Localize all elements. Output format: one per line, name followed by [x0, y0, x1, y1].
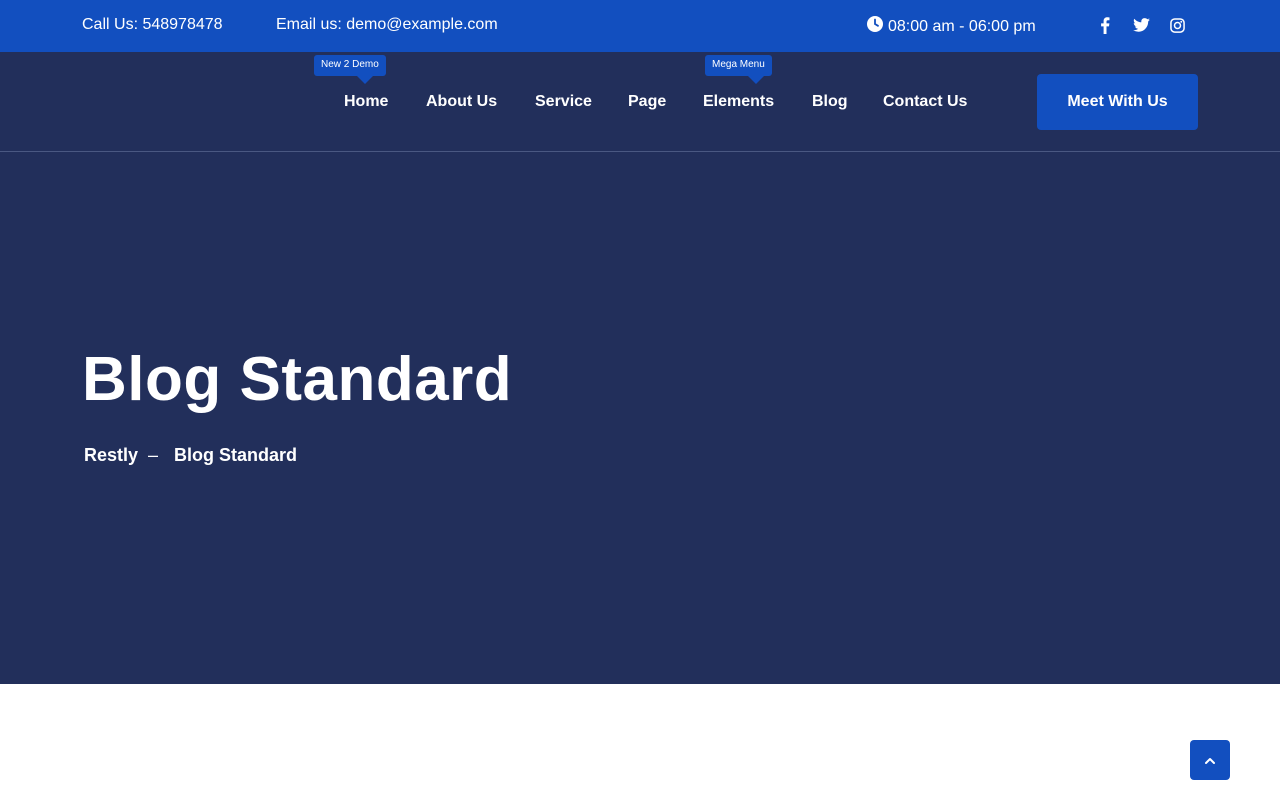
nav-item-service[interactable]: Service	[535, 93, 592, 111]
top-bar: Call Us: 548978478 Email us: demo@exampl…	[0, 0, 1280, 52]
nav-item-blog[interactable]: Blog	[812, 93, 848, 111]
social-links	[1096, 16, 1186, 34]
instagram-icon[interactable]	[1168, 16, 1186, 34]
nav-item-page[interactable]: Page	[628, 93, 666, 111]
page-title: Blog Standard	[82, 345, 513, 414]
breadcrumb-home-link[interactable]: Restly	[84, 445, 138, 466]
hours-text: 08:00 am - 06:00 pm	[888, 17, 1036, 35]
new-demo-badge: New 2 Demo	[314, 55, 386, 84]
meet-with-us-button[interactable]: Meet With Us	[1037, 74, 1198, 130]
business-hours: 08:00 am - 06:00 pm	[867, 16, 1036, 37]
nav-item-home[interactable]: Home	[344, 93, 388, 111]
page-hero: Blog Standard Restly – Blog Standard	[0, 152, 1280, 684]
email-text[interactable]: Email us: demo@example.com	[276, 16, 498, 34]
chevron-up-icon	[1205, 751, 1215, 769]
scroll-to-top-button[interactable]	[1190, 740, 1230, 780]
nav-item-about-us[interactable]: About Us	[426, 93, 497, 111]
clock-icon	[867, 16, 883, 37]
nav-item-contact-us[interactable]: Contact Us	[883, 93, 967, 111]
facebook-icon[interactable]	[1096, 16, 1114, 34]
phone-text[interactable]: Call Us: 548978478	[82, 16, 223, 34]
twitter-icon[interactable]	[1132, 16, 1150, 34]
nav-item-elements[interactable]: Elements	[703, 93, 774, 111]
breadcrumb: Restly – Blog Standard	[84, 445, 297, 466]
mega-menu-badge: Mega Menu	[705, 55, 772, 84]
breadcrumb-separator: –	[148, 445, 159, 465]
breadcrumb-current: Blog Standard	[174, 445, 298, 465]
main-header: New 2 Demo Home About Us Service Page Me…	[0, 52, 1280, 152]
